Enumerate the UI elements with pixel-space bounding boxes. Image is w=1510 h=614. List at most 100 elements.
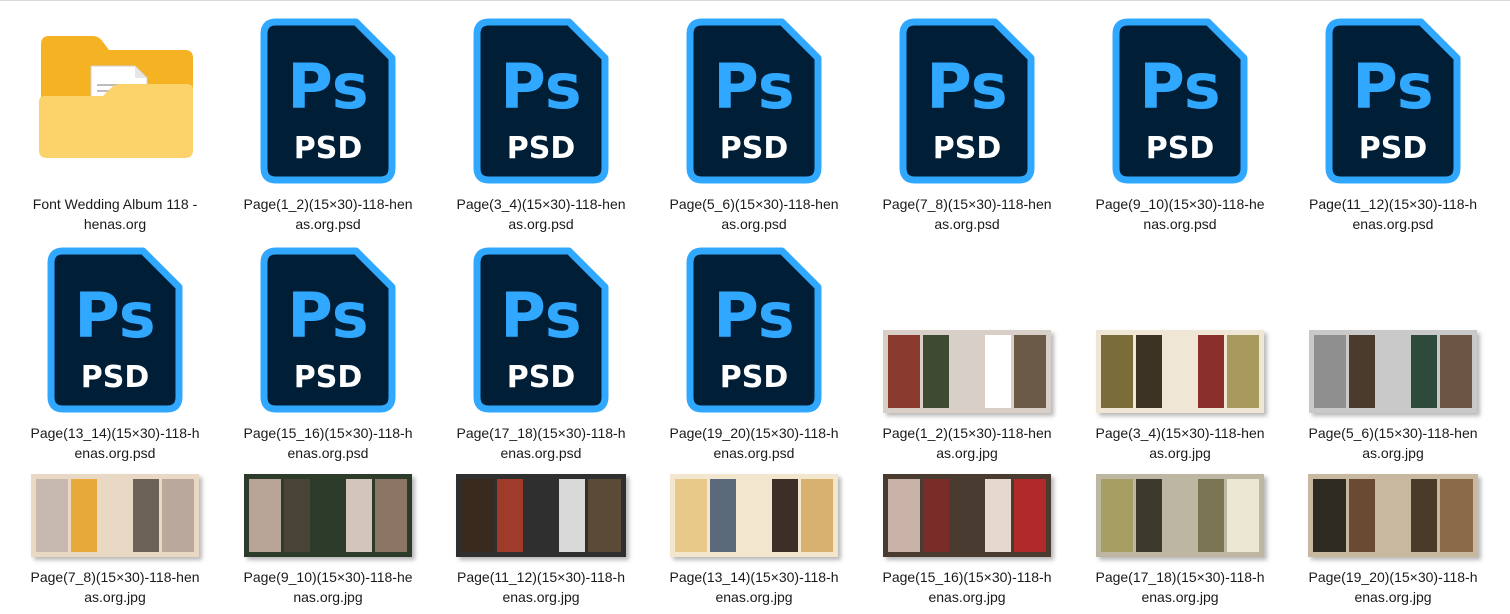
thumbnail-panel	[923, 479, 950, 552]
file-name-label: Page(13_14)(15×30)-118-h enas.org.jpg	[669, 569, 839, 605]
thumbnail-panel	[1349, 335, 1376, 408]
file-name-label: Page(5_6)(15×30)-118-hen as.org.psd	[669, 196, 839, 232]
ps-glyph: Ps	[1139, 50, 1220, 123]
photoshop-file-icon: Ps PSD	[1325, 18, 1461, 184]
psd-glyph: PSD	[294, 360, 363, 395]
thumbnail-panel	[923, 335, 950, 408]
psd-file-item[interactable]: Ps PSD Page(11_12)(15×30)-118-h enas.org…	[1291, 18, 1495, 238]
ps-glyph: Ps	[713, 279, 794, 352]
file-name-label: Page(17_18)(15×30)-118-h enas.org.jpg	[1095, 569, 1265, 605]
file-name-label: Page(9_10)(15×30)-118-he nas.org.jpg	[243, 569, 413, 605]
thumbnail-panel	[771, 479, 798, 552]
psd-glyph: PSD	[720, 131, 789, 166]
photoshop-file-icon: Ps PSD	[473, 247, 609, 413]
thumbnail-panel	[249, 479, 282, 552]
file-name-label: Page(7_8)(15×30)-118-hen as.org.jpg	[30, 569, 200, 605]
folder-label: Font Wedding Album 118 - henas.org	[32, 196, 198, 232]
jpg-file-item[interactable]: Page(7_8)(15×30)-118-hen as.org.jpg	[13, 472, 217, 611]
file-name-label: Page(9_10)(15×30)-118-he nas.org.psd	[1095, 196, 1265, 232]
thumbnail-panel	[984, 479, 1011, 552]
image-thumbnail	[244, 474, 412, 557]
thumbnail-panel	[1440, 479, 1474, 552]
folder-icon	[39, 36, 193, 158]
psd-file-item[interactable]: Ps PSD Page(3_4)(15×30)-118-hen as.org.p…	[439, 18, 643, 238]
thumbnail-panel	[800, 479, 833, 552]
thumbnail-panel	[952, 335, 982, 408]
psd-file-item[interactable]: Ps PSD Page(15_16)(15×30)-118-h enas.org…	[226, 247, 430, 467]
jpg-file-item[interactable]: Page(3_4)(15×30)-118-hen as.org.jpg	[1078, 247, 1282, 467]
psd-glyph: PSD	[720, 360, 789, 395]
thumbnail-panel	[284, 479, 311, 552]
jpg-file-item[interactable]: Page(9_10)(15×30)-118-he nas.org.jpg	[226, 472, 430, 611]
ps-glyph: Ps	[287, 279, 368, 352]
jpg-file-item[interactable]: Page(5_6)(15×30)-118-hen as.org.jpg	[1291, 247, 1495, 467]
thumbnail-panel	[1378, 479, 1408, 552]
psd-file-item[interactable]: Ps PSD Page(5_6)(15×30)-118-hen as.org.p…	[652, 18, 856, 238]
thumbnail-panel	[161, 479, 194, 552]
file-name-label: Page(13_14)(15×30)-118-h enas.org.psd	[30, 425, 200, 461]
image-thumbnail	[1309, 330, 1477, 413]
psd-file-item[interactable]: Ps PSD Page(1_2)(15×30)-118-hen as.org.p…	[226, 18, 430, 238]
thumbnail-panel	[1013, 335, 1046, 408]
photoshop-file-icon: Ps PSD	[47, 247, 183, 413]
ps-glyph: Ps	[500, 279, 581, 352]
file-name-label: Page(7_8)(15×30)-118-hen as.org.psd	[882, 196, 1052, 232]
jpg-file-item[interactable]: Page(13_14)(15×30)-118-h enas.org.jpg	[652, 472, 856, 611]
jpg-file-item[interactable]: Page(11_12)(15×30)-118-h enas.org.jpg	[439, 472, 643, 611]
psd-file-item[interactable]: Ps PSD Page(9_10)(15×30)-118-he nas.org.…	[1078, 18, 1282, 238]
thumbnail-panel	[984, 335, 1011, 408]
ps-glyph: Ps	[287, 50, 368, 123]
psd-file-item[interactable]: Ps PSD Page(13_14)(15×30)-118-h enas.org…	[13, 247, 217, 467]
ps-glyph: Ps	[1352, 50, 1433, 123]
photoshop-file-icon: Ps PSD	[899, 18, 1035, 184]
thumbnail-panel	[71, 479, 98, 552]
thumbnail-panel	[1197, 479, 1224, 552]
thumbnail-panel	[1439, 335, 1472, 408]
psd-glyph: PSD	[1359, 131, 1428, 166]
psd-file-item[interactable]: Ps PSD Page(17_18)(15×30)-118-h enas.org…	[439, 247, 643, 467]
thumbnail-panel	[1101, 479, 1134, 552]
thumbnail-panel	[1136, 479, 1163, 552]
jpg-file-item[interactable]: Page(1_2)(15×30)-118-hen as.org.jpg	[865, 247, 1069, 467]
thumbnail-panel	[345, 479, 372, 552]
image-thumbnail	[1096, 330, 1264, 413]
psd-glyph: PSD	[933, 131, 1002, 166]
thumbnail-panel	[1101, 335, 1134, 408]
file-name-label: Page(19_20)(15×30)-118-h enas.org.psd	[669, 425, 839, 461]
thumbnail-panel	[739, 479, 769, 552]
file-name-label: Page(11_12)(15×30)-118-h enas.org.psd	[1309, 196, 1477, 232]
thumbnail-panel	[1314, 335, 1347, 408]
thumbnail-panel	[888, 479, 921, 552]
jpg-file-item[interactable]: Page(19_20)(15×30)-118-h enas.org.jpg	[1291, 472, 1495, 611]
file-name-label: Page(3_4)(15×30)-118-hen as.org.jpg	[1095, 425, 1265, 461]
thumbnail-panel	[461, 479, 494, 552]
thumbnail-panel	[1378, 335, 1408, 408]
ps-glyph: Ps	[500, 50, 581, 123]
thumbnail-panel	[1348, 479, 1376, 552]
ps-glyph: Ps	[926, 50, 1007, 123]
photoshop-file-icon: Ps PSD	[473, 18, 609, 184]
image-thumbnail	[883, 474, 1051, 557]
psd-file-item[interactable]: Ps PSD Page(7_8)(15×30)-118-hen as.org.p…	[865, 18, 1069, 238]
jpg-file-item[interactable]: Page(15_16)(15×30)-118-h enas.org.jpg	[865, 472, 1069, 611]
file-name-label: Page(1_2)(15×30)-118-hen as.org.jpg	[882, 425, 1052, 461]
image-thumbnail	[456, 474, 626, 557]
top-divider	[0, 0, 1510, 1]
file-name-label: Page(19_20)(15×30)-118-h enas.org.jpg	[1308, 569, 1478, 605]
thumbnail-panel	[1013, 479, 1046, 552]
file-name-label: Page(1_2)(15×30)-118-hen as.org.psd	[243, 196, 413, 232]
image-thumbnail	[1308, 474, 1478, 557]
thumbnail-panel	[1136, 335, 1163, 408]
thumbnail-panel	[1313, 479, 1346, 552]
thumbnail-panel	[1165, 335, 1195, 408]
file-name-label: Page(15_16)(15×30)-118-h enas.org.jpg	[882, 569, 1052, 605]
psd-file-item[interactable]: Ps PSD Page(19_20)(15×30)-118-h enas.org…	[652, 247, 856, 467]
jpg-file-item[interactable]: Page(17_18)(15×30)-118-h enas.org.jpg	[1078, 472, 1282, 611]
folder-item[interactable]: Font Wedding Album 118 - henas.org	[13, 18, 217, 238]
thumbnail-panel	[888, 335, 921, 408]
thumbnail-panel	[526, 479, 556, 552]
thumbnail-panel	[588, 479, 622, 552]
thumbnail-panel	[558, 479, 586, 552]
photoshop-file-icon: Ps PSD	[260, 18, 396, 184]
thumbnail-panel	[710, 479, 737, 552]
